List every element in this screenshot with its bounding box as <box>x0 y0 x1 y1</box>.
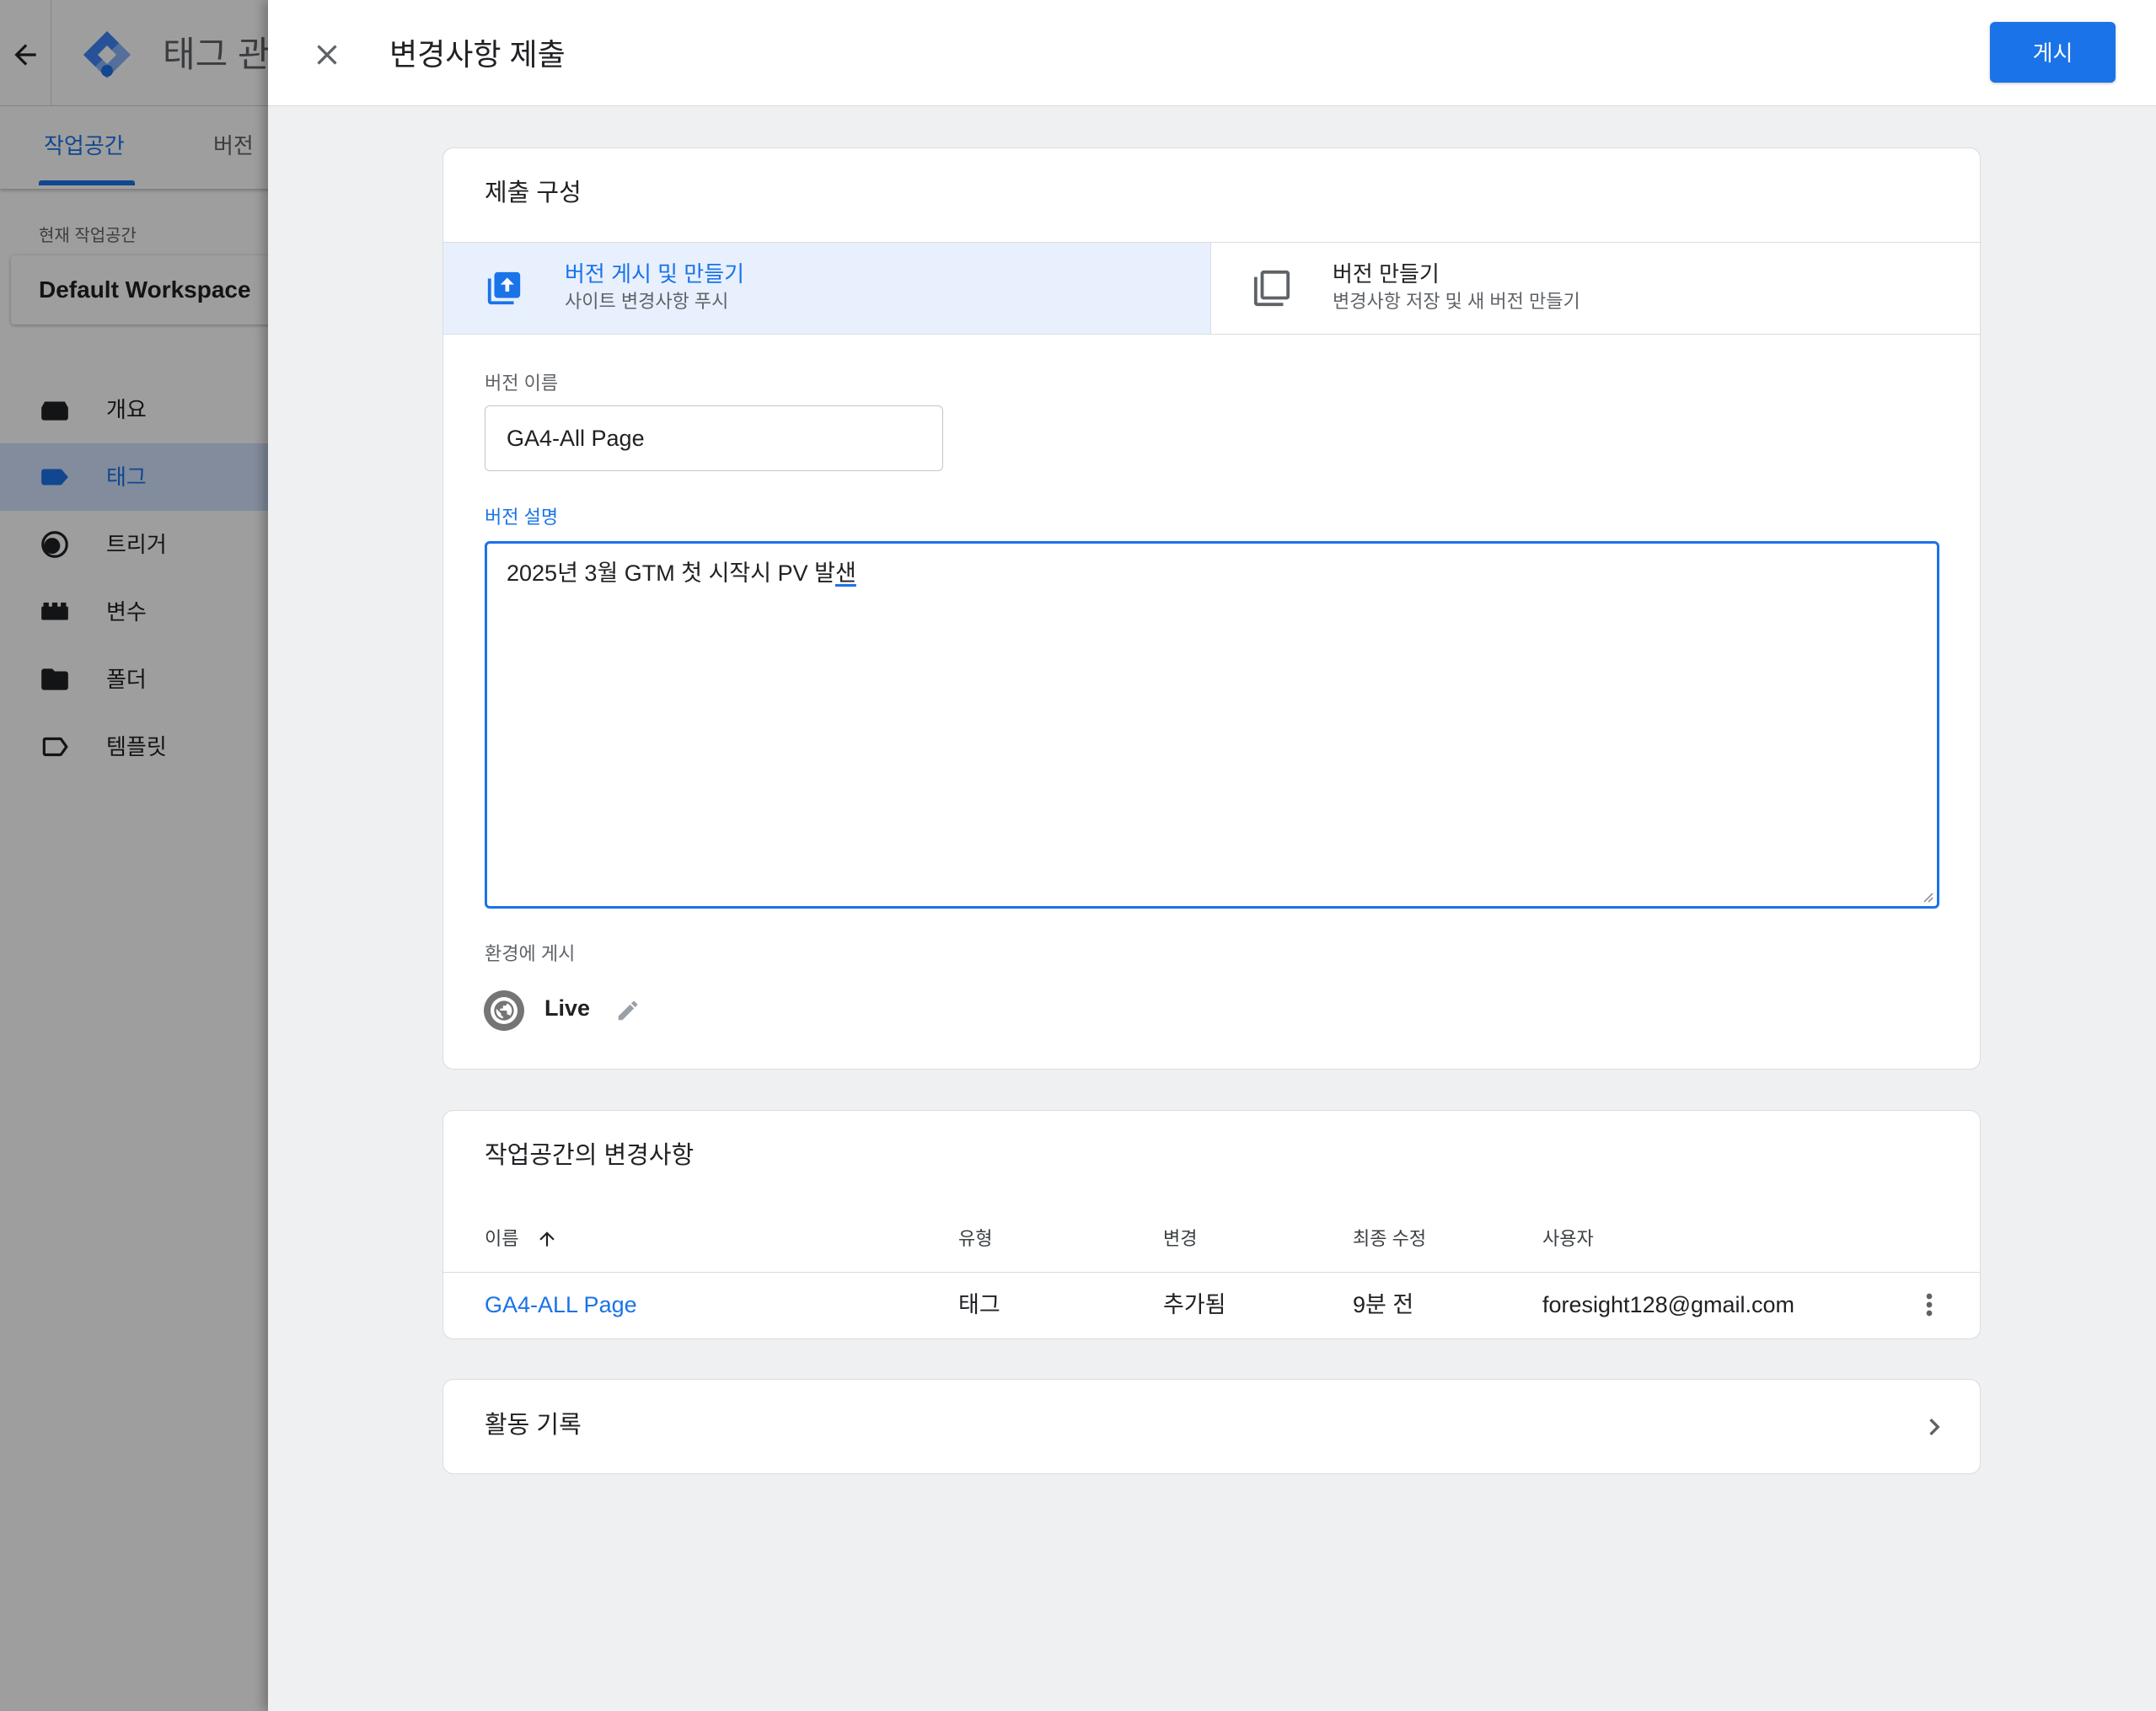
arrow-up-icon[interactable] <box>536 1228 558 1250</box>
page-title: 변경사항 제출 <box>389 37 566 72</box>
option-publish-and-create-version[interactable]: 버전 게시 및 만들기 사이트 변경사항 푸시 <box>443 243 1210 334</box>
table-divider <box>443 1272 1980 1273</box>
option-title: 버전 만들기 <box>1333 261 1440 287</box>
column-header-last-modified[interactable]: 최종 수정 <box>1353 1226 1426 1252</box>
column-header-user[interactable]: 사용자 <box>1542 1226 1594 1252</box>
column-header-change[interactable]: 변경 <box>1163 1226 1197 1252</box>
chevron-right-icon[interactable] <box>1917 1410 1951 1444</box>
description-text: 2025년 3월 GTM 첫 시작시 PV 발 <box>507 560 835 586</box>
publish-button[interactable]: 게시 <box>1990 22 2116 83</box>
change-status: 추가됨 <box>1163 1292 1226 1317</box>
option-subtitle: 변경사항 저장 및 새 버전 만들기 <box>1333 291 1580 312</box>
publish-icon <box>485 269 523 308</box>
option-create-version[interactable]: 버전 만들기 변경사항 저장 및 새 버전 만들기 <box>1210 243 1980 334</box>
option-subtitle: 사이트 변경사항 푸시 <box>565 291 729 312</box>
background-app: 태그 관 작업공간 버전 현재 작업공간 Default Workspace 개… <box>0 0 268 1711</box>
section-heading: 작업공간의 변경사항 <box>485 1142 695 1169</box>
activity-history-card[interactable]: 활동 기록 <box>442 1379 1981 1474</box>
change-modified-time: 9분 전 <box>1353 1292 1414 1317</box>
modal-scrim[interactable] <box>0 0 268 1711</box>
version-description-label: 버전 설명 <box>485 507 559 528</box>
environment-label: 환경에 게시 <box>485 943 576 964</box>
ime-composing-text: 샌 <box>834 560 856 586</box>
change-name-link[interactable]: GA4-ALL Page <box>485 1290 637 1320</box>
version-name-label: 버전 이름 <box>485 373 559 394</box>
section-heading: 제출 구성 <box>485 180 582 206</box>
submit-changes-panel: 변경사항 제출 게시 제출 구성 버전 게시 및 만들기 사이트 변경사항 푸시 <box>268 0 2156 1711</box>
change-type: 태그 <box>958 1292 1000 1317</box>
version-name-input[interactable]: GA4-All Page <box>485 405 943 471</box>
copy-icon <box>1252 269 1291 308</box>
version-description-textarea[interactable]: 2025년 3월 GTM 첫 시작시 PV 발샌 <box>485 541 1939 909</box>
column-header-name[interactable]: 이름 <box>485 1226 518 1252</box>
close-icon <box>317 45 337 65</box>
panel-header: 변경사항 제출 게시 <box>268 0 2156 106</box>
option-title: 버전 게시 및 만들기 <box>565 261 745 287</box>
resize-handle-icon[interactable] <box>1920 889 1933 903</box>
close-button[interactable] <box>310 38 344 72</box>
more-vert-icon[interactable] <box>1912 1288 1946 1322</box>
column-header-type[interactable]: 유형 <box>958 1226 992 1252</box>
environment-name: Live <box>544 995 591 1021</box>
submission-options: 버전 게시 및 만들기 사이트 변경사항 푸시 버전 만들기 변경사항 저장 및… <box>443 242 1980 335</box>
submission-config-card: 제출 구성 버전 게시 및 만들기 사이트 변경사항 푸시 버전 만들기 변경사… <box>442 148 1981 1070</box>
globe-icon <box>484 990 524 1031</box>
workspace-changes-card: 작업공간의 변경사항 이름 유형 변경 최종 수정 사용자 GA4-ALL Pa… <box>442 1110 1981 1339</box>
section-heading: 활동 기록 <box>485 1412 582 1439</box>
pencil-icon[interactable] <box>615 998 641 1023</box>
change-user: foresight128@gmail.com <box>1542 1292 1795 1317</box>
